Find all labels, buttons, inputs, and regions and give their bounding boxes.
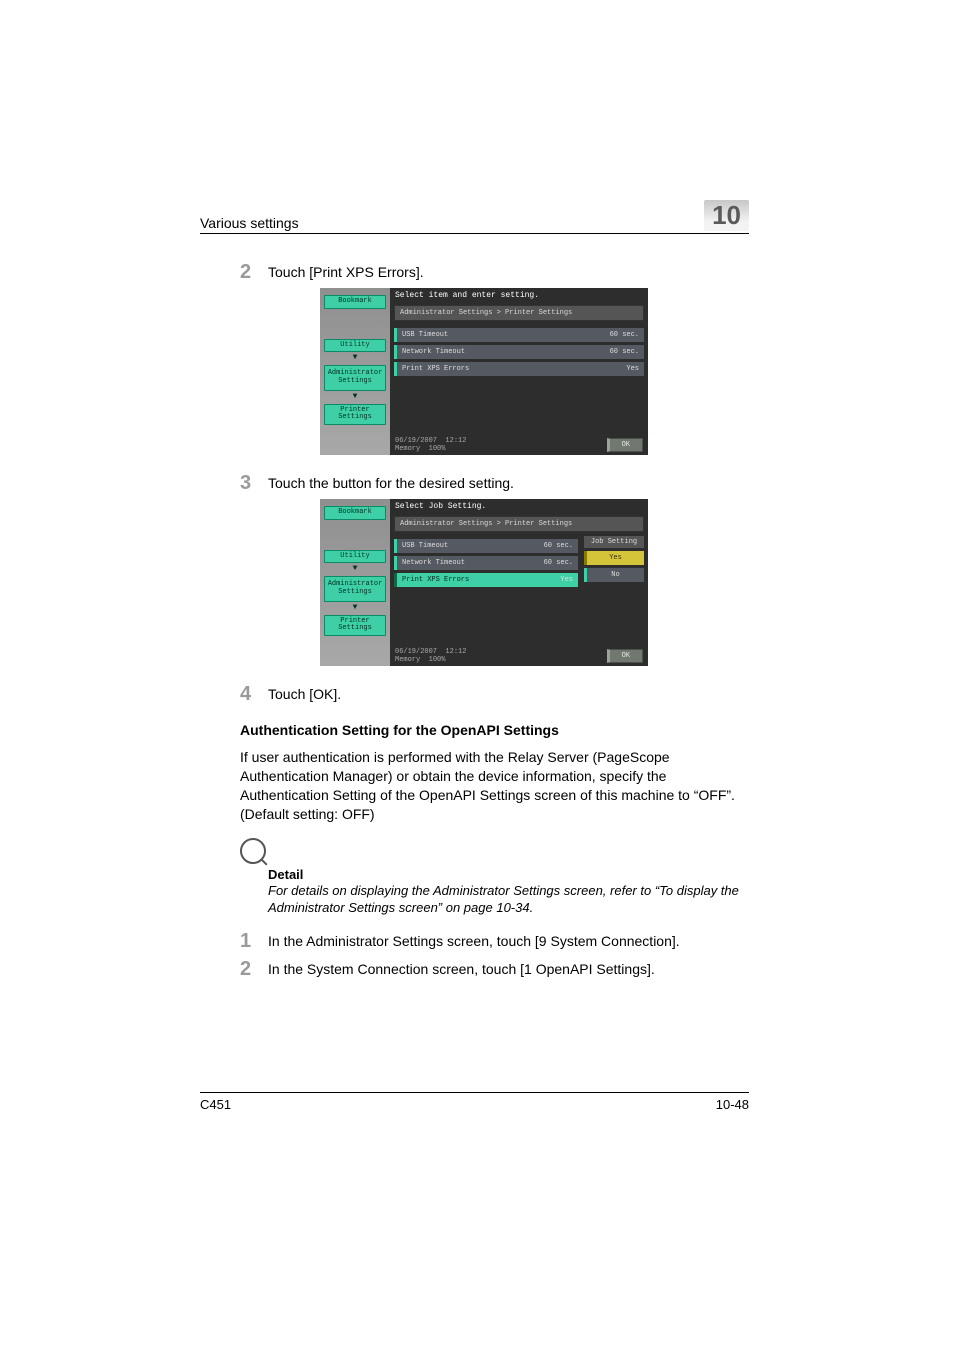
screenshot-1: Bookmark Utility ▼ Administrator Setting… [320, 288, 648, 455]
magnifier-icon [240, 838, 266, 864]
row-unit: sec. [556, 559, 573, 567]
option-yes[interactable]: Yes [584, 551, 644, 565]
panel-time: 12:12 [445, 648, 466, 656]
option-no[interactable]: No [584, 568, 644, 582]
memory-value: 100% [429, 656, 446, 664]
side-panel: Bookmark Utility ▼ Administrator Setting… [320, 288, 390, 455]
printer-settings-button[interactable]: Printer Settings [324, 404, 386, 425]
page-header: Various settings 10 [200, 200, 749, 234]
utility-button[interactable]: Utility [324, 550, 386, 564]
panel-time: 12:12 [445, 437, 466, 445]
body-paragraph: If user authentication is performed with… [240, 748, 749, 824]
row-unit: sec. [622, 348, 639, 356]
step-2b: 2 In the System Connection screen, touch… [240, 959, 749, 979]
chevron-down-icon: ▼ [325, 353, 385, 362]
step-4: 4 Touch [OK]. [240, 684, 749, 704]
footer-model: C451 [200, 1097, 231, 1112]
print-xps-errors-row-selected[interactable]: Print XPS Errors Yes [394, 573, 578, 587]
chevron-down-icon: ▼ [325, 603, 385, 612]
network-timeout-row[interactable]: Network Timeout 60 sec. [394, 345, 644, 359]
page-footer: C451 10-48 [200, 1092, 749, 1112]
memory-label: Memory [395, 445, 420, 453]
panel-date: 06/19/2007 [395, 437, 437, 445]
utility-button[interactable]: Utility [324, 339, 386, 353]
subsection-heading: Authentication Setting for the OpenAPI S… [240, 722, 749, 738]
memory-value: 100% [429, 445, 446, 453]
usb-timeout-row[interactable]: USB Timeout 60 sec. [394, 539, 578, 553]
row-label: Network Timeout [402, 348, 465, 356]
breadcrumb: Administrator Settings > Printer Setting… [394, 516, 644, 532]
step-text: Touch [Print XPS Errors]. [268, 262, 424, 280]
step-text: In the Administrator Settings screen, to… [268, 931, 680, 949]
network-timeout-row[interactable]: Network Timeout 60 sec. [394, 556, 578, 570]
row-value: 60 [544, 542, 552, 550]
instruction-text: Select Job Setting. [390, 499, 648, 514]
detail-body: For details on displaying the Administra… [268, 882, 749, 917]
chevron-down-icon: ▼ [325, 564, 385, 573]
screenshot-2: Bookmark Utility ▼ Administrator Setting… [320, 499, 648, 666]
ok-button[interactable]: OK [607, 649, 643, 663]
detail-heading: Detail [268, 867, 749, 882]
row-label: Print XPS Errors [402, 576, 469, 584]
panel-footer: 06/19/2007 12:12 Memory 100% OK [390, 435, 648, 455]
step-2: 2 Touch [Print XPS Errors]. [240, 262, 749, 282]
step-number: 4 [240, 684, 268, 704]
usb-timeout-row[interactable]: USB Timeout 60 sec. [394, 328, 644, 342]
admin-settings-button[interactable]: Administrator Settings [324, 365, 386, 390]
side-panel: Bookmark Utility ▼ Administrator Setting… [320, 499, 390, 666]
bookmark-button[interactable]: Bookmark [324, 506, 386, 520]
row-label: Network Timeout [402, 559, 465, 567]
detail-callout: Detail For details on displaying the Adm… [240, 838, 749, 917]
printer-settings-button[interactable]: Printer Settings [324, 615, 386, 636]
bookmark-button[interactable]: Bookmark [324, 295, 386, 309]
row-value: Yes [560, 576, 573, 584]
panel-footer: 06/19/2007 12:12 Memory 100% OK [390, 646, 648, 666]
row-label: USB Timeout [402, 331, 448, 339]
chevron-down-icon: ▼ [325, 392, 385, 401]
panel-date: 06/19/2007 [395, 648, 437, 656]
step-text: In the System Connection screen, touch [… [268, 959, 655, 977]
step-number: 3 [240, 473, 268, 493]
admin-settings-button[interactable]: Administrator Settings [324, 576, 386, 601]
step-number: 2 [240, 959, 268, 979]
print-xps-errors-row[interactable]: Print XPS Errors Yes [394, 362, 644, 376]
job-setting-header: Job Setting [584, 536, 644, 548]
step-text: Touch the button for the desired setting… [268, 473, 514, 491]
step-1b: 1 In the Administrator Settings screen, … [240, 931, 749, 951]
breadcrumb: Administrator Settings > Printer Setting… [394, 305, 644, 321]
row-unit: sec. [556, 542, 573, 550]
step-number: 2 [240, 262, 268, 282]
job-setting-panel: Job Setting Yes No [584, 536, 644, 646]
row-value: 60 [610, 348, 618, 356]
row-label: Print XPS Errors [402, 365, 469, 373]
chapter-number: 10 [704, 200, 749, 231]
ok-button[interactable]: OK [607, 438, 643, 452]
row-value: 60 [544, 559, 552, 567]
section-title: Various settings [200, 215, 299, 231]
row-value: 60 [610, 331, 618, 339]
memory-label: Memory [395, 656, 420, 664]
step-3: 3 Touch the button for the desired setti… [240, 473, 749, 493]
step-number: 1 [240, 931, 268, 951]
row-unit: sec. [622, 331, 639, 339]
instruction-text: Select item and enter setting. [390, 288, 648, 303]
row-value: Yes [626, 365, 639, 373]
step-text: Touch [OK]. [268, 684, 341, 702]
footer-page: 10-48 [716, 1097, 749, 1112]
row-label: USB Timeout [402, 542, 448, 550]
